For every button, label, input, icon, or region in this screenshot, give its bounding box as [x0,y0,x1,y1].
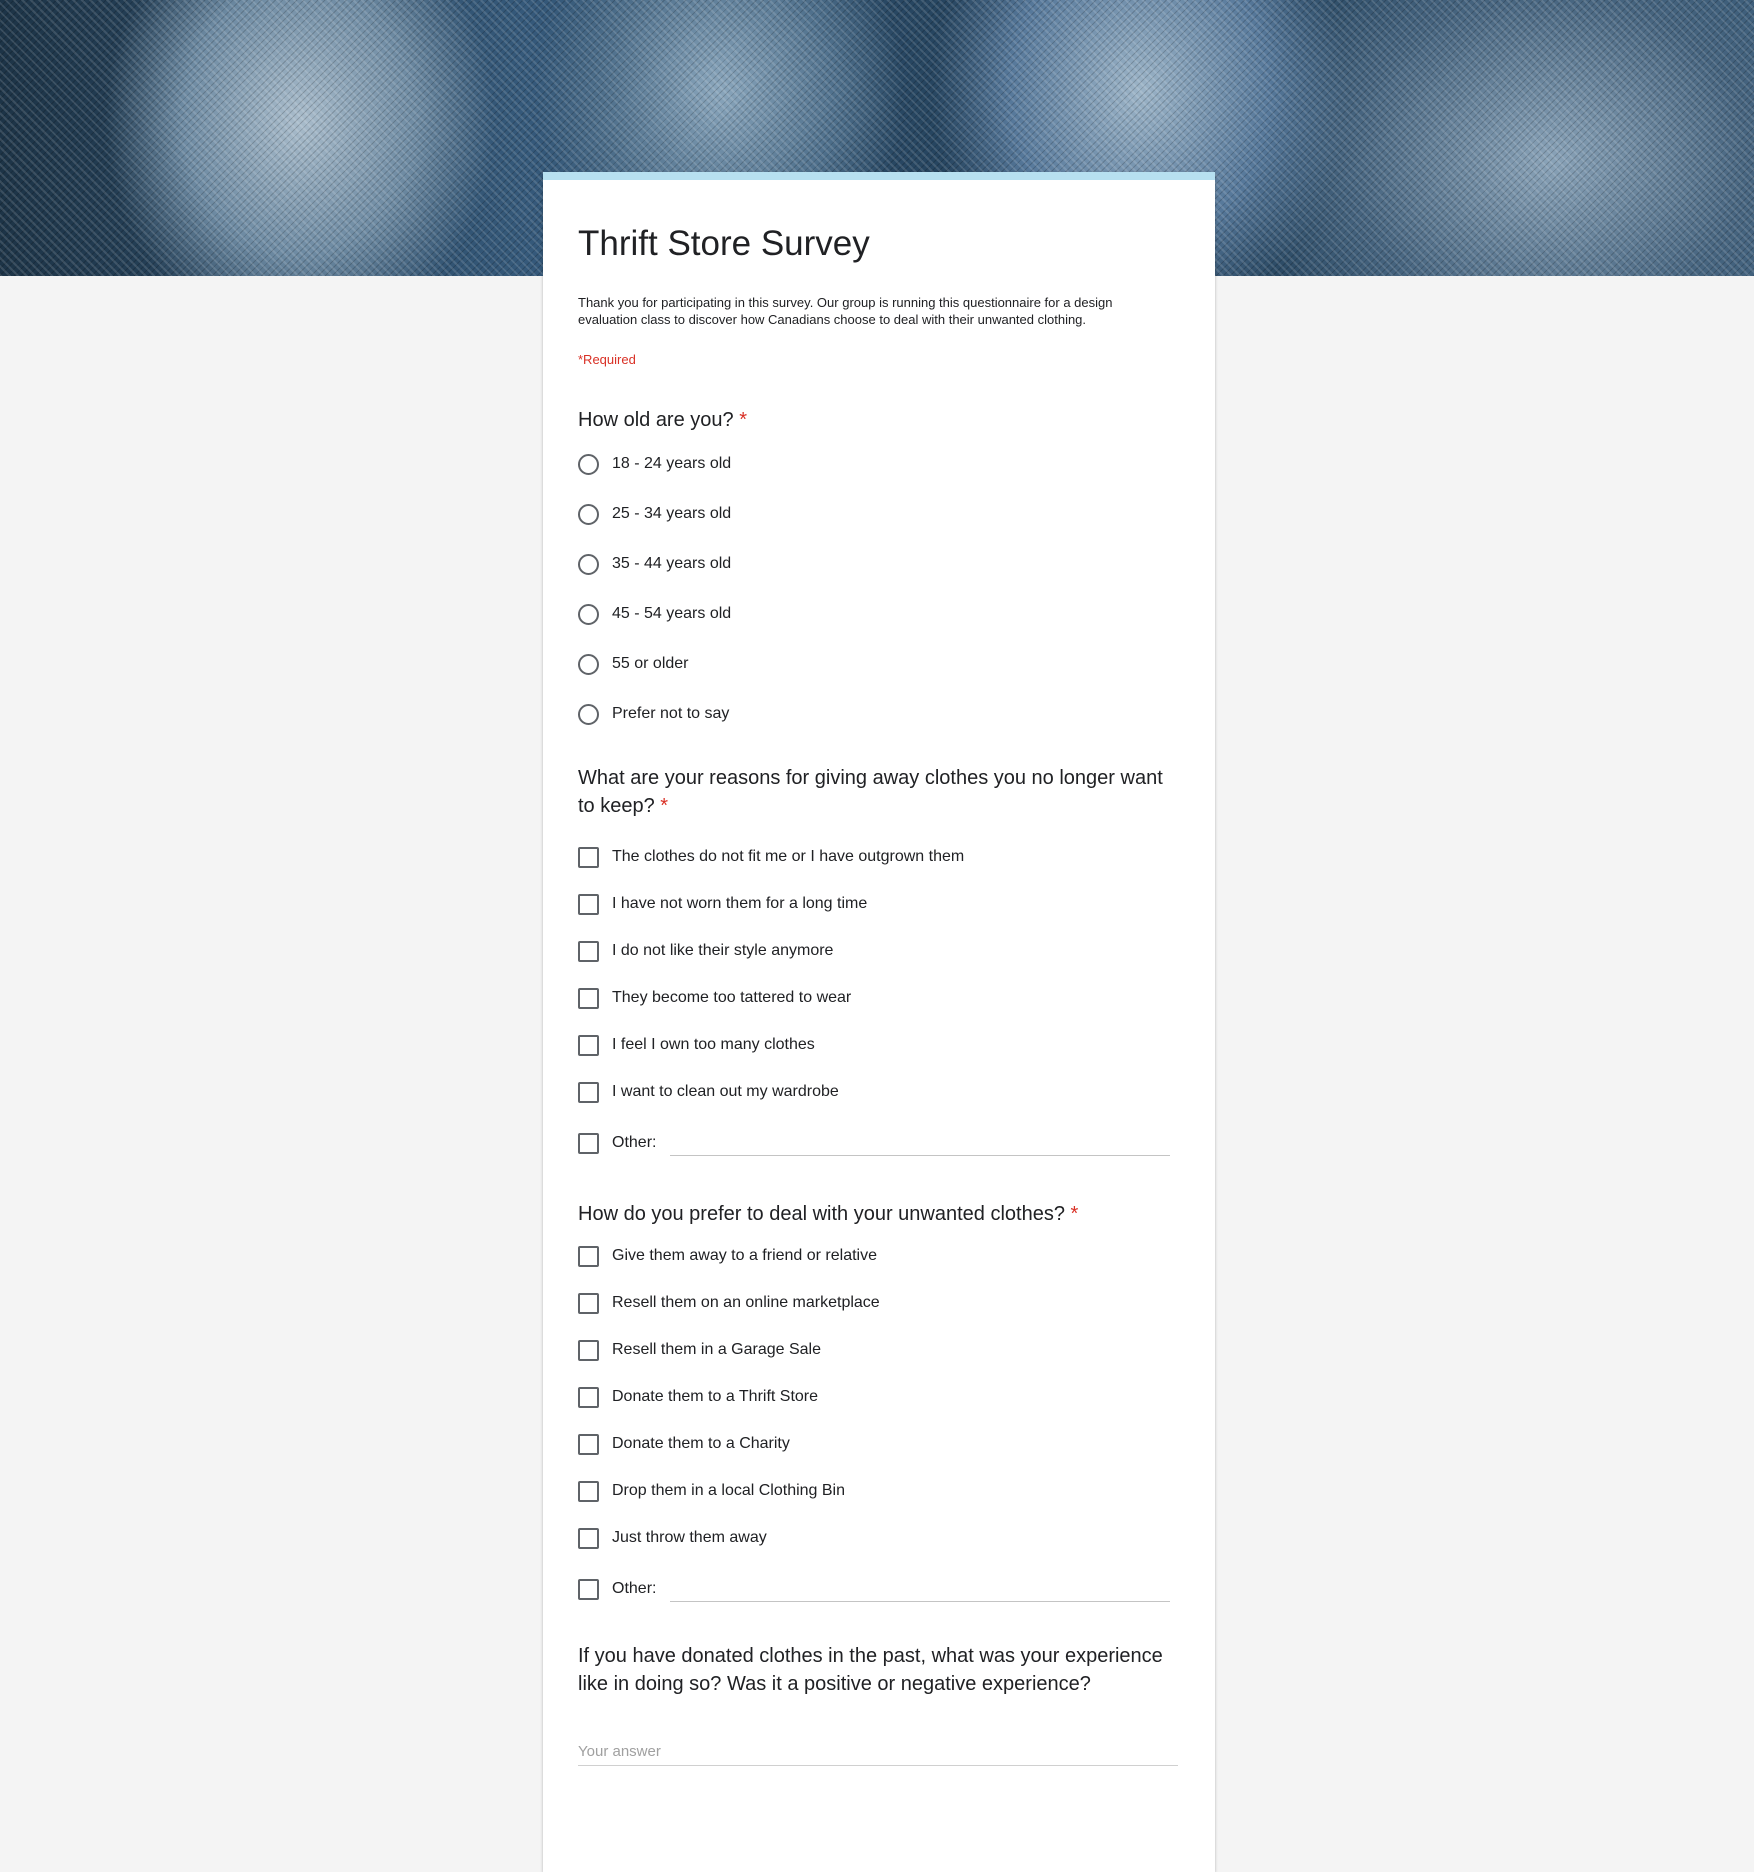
required-asterisk: * [1070,1203,1079,1225]
checkbox[interactable] [578,1386,599,1408]
radio-option-35-44[interactable]: 35 - 44 years old [578,552,731,576]
radio-button[interactable] [578,503,599,525]
checkbox-option-other[interactable]: Other: [578,1577,656,1601]
checkbox[interactable] [578,1081,599,1103]
question-experience-title: If you have donated clothes in the past,… [578,1645,1163,1695]
checkbox-option[interactable]: The clothes do not fit me or I have outg… [578,845,964,869]
checkbox-option[interactable]: Resell them on an online marketplace [578,1291,880,1315]
radio-button[interactable] [578,703,599,725]
checkbox-option[interactable]: Resell them in a Garage Sale [578,1338,821,1362]
checkbox[interactable] [578,1245,599,1267]
other-text-input[interactable] [670,1155,1170,1156]
other-text-input[interactable] [670,1601,1170,1602]
form-title: Thrift Store Survey [578,224,870,263]
question-reasons-title: What are your reasons for giving away cl… [578,767,1163,817]
checkbox[interactable] [578,1578,599,1600]
checkbox[interactable] [578,1034,599,1056]
checkbox-option[interactable]: They become too tattered to wear [578,986,851,1010]
form-description: Thank you for participating in this surv… [578,295,1113,327]
radio-button[interactable] [578,653,599,675]
checkbox[interactable] [578,1433,599,1455]
checkbox[interactable] [578,987,599,1009]
radio-option-55-plus[interactable]: 55 or older [578,652,689,676]
checkbox-option[interactable]: Drop them in a local Clothing Bin [578,1479,845,1503]
checkbox[interactable] [578,1527,599,1549]
radio-option-prefer-not[interactable]: Prefer not to say [578,702,729,726]
radio-option-18-24[interactable]: 18 - 24 years old [578,452,731,476]
radio-button[interactable] [578,603,599,625]
answer-input-placeholder[interactable]: Your answer [578,1743,661,1760]
checkbox[interactable] [578,1132,599,1154]
required-asterisk: * [660,795,669,817]
checkbox-option[interactable]: I have not worn them for a long time [578,892,867,916]
checkbox[interactable] [578,846,599,868]
required-note: *Required [578,352,636,367]
checkbox-option[interactable]: I feel I own too many clothes [578,1033,815,1057]
checkbox-option[interactable]: I do not like their style anymore [578,939,833,963]
checkbox-option[interactable]: Donate them to a Charity [578,1432,790,1456]
checkbox[interactable] [578,1480,599,1502]
question-deal-title: How do you prefer to deal with your unwa… [578,1203,1079,1225]
checkbox[interactable] [578,893,599,915]
radio-option-25-34[interactable]: 25 - 34 years old [578,502,731,526]
checkbox[interactable] [578,940,599,962]
checkbox-option[interactable]: Just throw them away [578,1526,767,1550]
radio-option-45-54[interactable]: 45 - 54 years old [578,602,731,626]
checkbox[interactable] [578,1339,599,1361]
checkbox[interactable] [578,1292,599,1314]
form-card: Thrift Store Survey Thank you for partic… [543,172,1215,1872]
checkbox-option[interactable]: I want to clean out my wardrobe [578,1080,839,1104]
checkbox-option[interactable]: Donate them to a Thrift Store [578,1385,818,1409]
radio-button[interactable] [578,553,599,575]
required-asterisk: * [739,409,748,431]
question-age-title: How old are you? * [578,409,748,431]
checkbox-option-other[interactable]: Other: [578,1131,656,1155]
answer-input[interactable] [578,1765,1178,1766]
radio-button[interactable] [578,453,599,475]
checkbox-option[interactable]: Give them away to a friend or relative [578,1244,877,1268]
